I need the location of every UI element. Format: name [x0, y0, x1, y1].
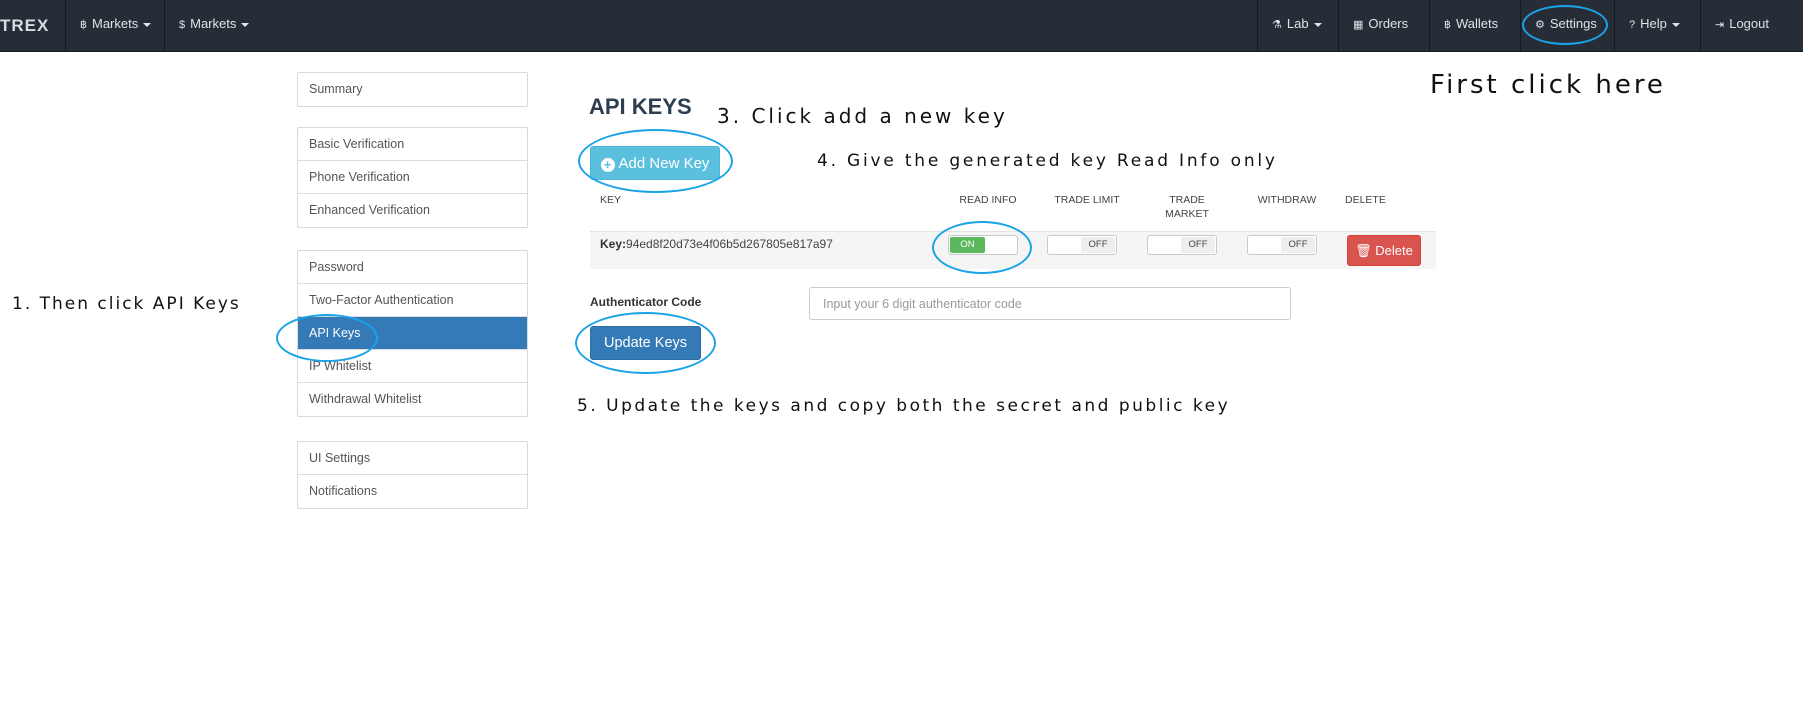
trash-icon: 🗑 — [1355, 243, 1372, 258]
authenticator-code-input[interactable] — [809, 287, 1291, 320]
authenticator-code-label: Authenticator Code — [590, 295, 702, 309]
nav-lab[interactable]: ⚗ Lab — [1257, 0, 1336, 51]
column-header-trade-limit: TRADE LIMIT — [1054, 194, 1120, 206]
column-header-read-info: READ INFO — [959, 194, 1017, 206]
flask-icon: ⚗ — [1272, 19, 1282, 31]
column-header-trade-market: TRADE MARKET — [1165, 194, 1209, 220]
sidebar-item-basic-verification[interactable]: Basic Verification — [298, 128, 527, 161]
sidebar-group-verification: Basic Verification Phone Verification En… — [297, 127, 528, 228]
nav-markets-btc[interactable]: ฿ Markets — [65, 0, 165, 51]
caret-down-icon — [1313, 22, 1322, 27]
nav-logout[interactable]: ⇥ Logout — [1700, 0, 1783, 51]
sidebar-item-ip-whitelist[interactable]: IP Whitelist — [298, 350, 527, 383]
dollar-icon: $ — [179, 19, 186, 31]
brand-logo[interactable]: TREX — [0, 16, 49, 36]
calendar-icon: ▦ — [1353, 19, 1364, 31]
plus-circle-icon: + — [600, 158, 615, 172]
nav-settings[interactable]: ⚙ Settings — [1520, 0, 1611, 51]
annotation-step-1: 1. Then click API Keys — [12, 294, 241, 314]
sidebar-group-account: Summary — [297, 72, 528, 107]
sign-out-icon: ⇥ — [1715, 19, 1725, 31]
nav-wallets[interactable]: ฿ Wallets — [1429, 0, 1512, 51]
page-title: API KEYS — [589, 94, 692, 119]
withdraw-toggle[interactable]: OFF — [1247, 235, 1317, 255]
bitcoin-icon: ฿ — [1444, 19, 1451, 31]
trade-limit-toggle[interactable]: OFF — [1047, 235, 1117, 255]
top-navbar: TREX ฿ Markets $ Markets ⚗ Lab ▦ Orders ฿ Wal… — [0, 0, 1803, 52]
sidebar-item-withdrawal-whitelist[interactable]: Withdrawal Whitelist — [298, 383, 527, 416]
annotation-step-5: 5. Update the keys and copy both the sec… — [577, 396, 1231, 416]
sidebar-item-two-factor[interactable]: Two-Factor Authentication — [298, 284, 527, 317]
sidebar-group-security: Password Two-Factor Authentication API K… — [297, 250, 528, 417]
delete-key-button[interactable]: 🗑 Delete — [1347, 235, 1421, 266]
sidebar-item-phone-verification[interactable]: Phone Verification — [298, 161, 527, 194]
annotation-step-3: 3. Click add a new key — [717, 104, 1008, 128]
gear-icon: ⚙ — [1535, 19, 1545, 31]
sidebar-item-password[interactable]: Password — [298, 251, 527, 284]
nav-help[interactable]: ? Help — [1614, 0, 1694, 51]
nav-orders[interactable]: ▦ Orders — [1338, 0, 1422, 51]
caret-down-icon — [1671, 22, 1680, 27]
nav-markets-usd[interactable]: $ Markets — [164, 0, 263, 51]
sidebar-item-enhanced-verification[interactable]: Enhanced Verification — [298, 194, 527, 227]
annotation-first-click: First click here — [1430, 70, 1666, 100]
column-header-key: KEY — [600, 194, 622, 206]
add-new-key-button[interactable]: + Add New Key — [590, 146, 720, 180]
column-header-delete: DELETE — [1345, 194, 1386, 206]
bitcoin-icon: ฿ — [80, 19, 87, 31]
sidebar-item-api-keys[interactable]: API Keys — [298, 317, 527, 350]
question-icon: ? — [1629, 19, 1636, 31]
annotation-step-4: 4. Give the generated key Read Info only — [817, 151, 1278, 171]
column-header-withdraw: WITHDRAW — [1257, 194, 1317, 206]
sidebar-item-notifications[interactable]: Notifications — [298, 475, 527, 508]
caret-down-icon — [143, 22, 152, 27]
sidebar-item-ui-settings[interactable]: UI Settings — [298, 442, 527, 475]
update-keys-button[interactable]: Update Keys — [590, 326, 701, 360]
sidebar-item-summary[interactable]: Summary — [298, 73, 527, 106]
read-info-toggle[interactable]: ON — [948, 235, 1018, 255]
api-key-value: Key:94ed8f20d73e4f06b5d267805e817a97 — [600, 237, 833, 251]
trade-market-toggle[interactable]: OFF — [1147, 235, 1217, 255]
caret-down-icon — [241, 22, 250, 27]
sidebar-group-preferences: UI Settings Notifications — [297, 441, 528, 509]
